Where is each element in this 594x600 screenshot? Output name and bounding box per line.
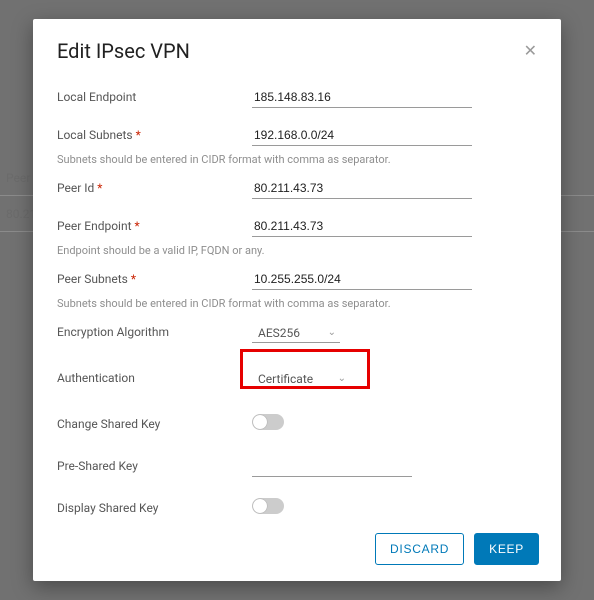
label-display-shared-key: Display Shared Key — [57, 501, 252, 515]
input-local-subnets[interactable] — [252, 125, 472, 146]
select-encryption-value: AES256 — [258, 326, 300, 340]
label-local-endpoint: Local Endpoint — [57, 90, 252, 104]
row-change-shared-key: Change Shared Key — [57, 412, 537, 436]
toggle-change-shared-key[interactable] — [252, 414, 284, 430]
label-encryption: Encryption Algorithm — [57, 325, 252, 339]
row-local-subnets: Local Subnets* — [57, 123, 537, 147]
input-peer-subnets[interactable] — [252, 269, 472, 290]
select-authentication-value: Certificate — [258, 372, 313, 386]
helper-local-subnets: Subnets should be entered in CIDR format… — [57, 153, 537, 166]
select-authentication[interactable]: Certificate ⌄ — [252, 370, 350, 389]
input-local-endpoint[interactable] — [252, 87, 472, 108]
modal-header: Edit IPsec VPN ✕ — [33, 19, 561, 75]
row-peer-endpoint: Peer Endpoint* — [57, 214, 537, 238]
row-local-endpoint: Local Endpoint — [57, 85, 537, 109]
label-pre-shared-key: Pre-Shared Key — [57, 459, 252, 473]
modal-title: Edit IPsec VPN — [57, 39, 190, 63]
row-display-shared-key: Display Shared Key — [57, 496, 537, 519]
chevron-down-icon: ⌄ — [338, 372, 346, 383]
helper-peer-endpoint: Endpoint should be a valid IP, FQDN or a… — [57, 244, 537, 257]
edit-ipsec-vpn-modal: Edit IPsec VPN ✕ Local Endpoint Local Su… — [33, 19, 561, 581]
label-authentication: Authentication — [57, 371, 252, 385]
modal-footer: DISCARD KEEP — [33, 519, 561, 581]
modal-body: Local Endpoint Local Subnets* Subnets sh… — [33, 75, 561, 519]
input-peer-id[interactable] — [252, 178, 472, 199]
label-peer-id: Peer Id* — [57, 181, 252, 195]
select-encryption[interactable]: AES256 ⌄ — [252, 324, 340, 343]
label-local-subnets: Local Subnets* — [57, 128, 252, 142]
toggle-display-shared-key[interactable] — [252, 498, 284, 514]
keep-button[interactable]: KEEP — [474, 533, 539, 565]
input-peer-endpoint[interactable] — [252, 216, 472, 237]
row-authentication: Authentication Certificate ⌄ — [57, 366, 537, 390]
row-peer-subnets: Peer Subnets* — [57, 267, 537, 291]
input-pre-shared-key[interactable] — [252, 456, 412, 477]
close-icon[interactable]: ✕ — [524, 43, 537, 59]
modal-scroll-area[interactable]: Local Endpoint Local Subnets* Subnets sh… — [33, 75, 561, 519]
label-peer-endpoint: Peer Endpoint* — [57, 219, 252, 233]
label-peer-subnets: Peer Subnets* — [57, 272, 252, 286]
discard-button[interactable]: DISCARD — [375, 533, 464, 565]
label-change-shared-key: Change Shared Key — [57, 417, 252, 431]
chevron-down-icon: ⌄ — [328, 326, 336, 337]
row-peer-id: Peer Id* — [57, 176, 537, 200]
row-pre-shared-key: Pre-Shared Key — [57, 454, 537, 478]
helper-peer-subnets: Subnets should be entered in CIDR format… — [57, 297, 537, 310]
row-encryption: Encryption Algorithm AES256 ⌄ — [57, 320, 537, 344]
